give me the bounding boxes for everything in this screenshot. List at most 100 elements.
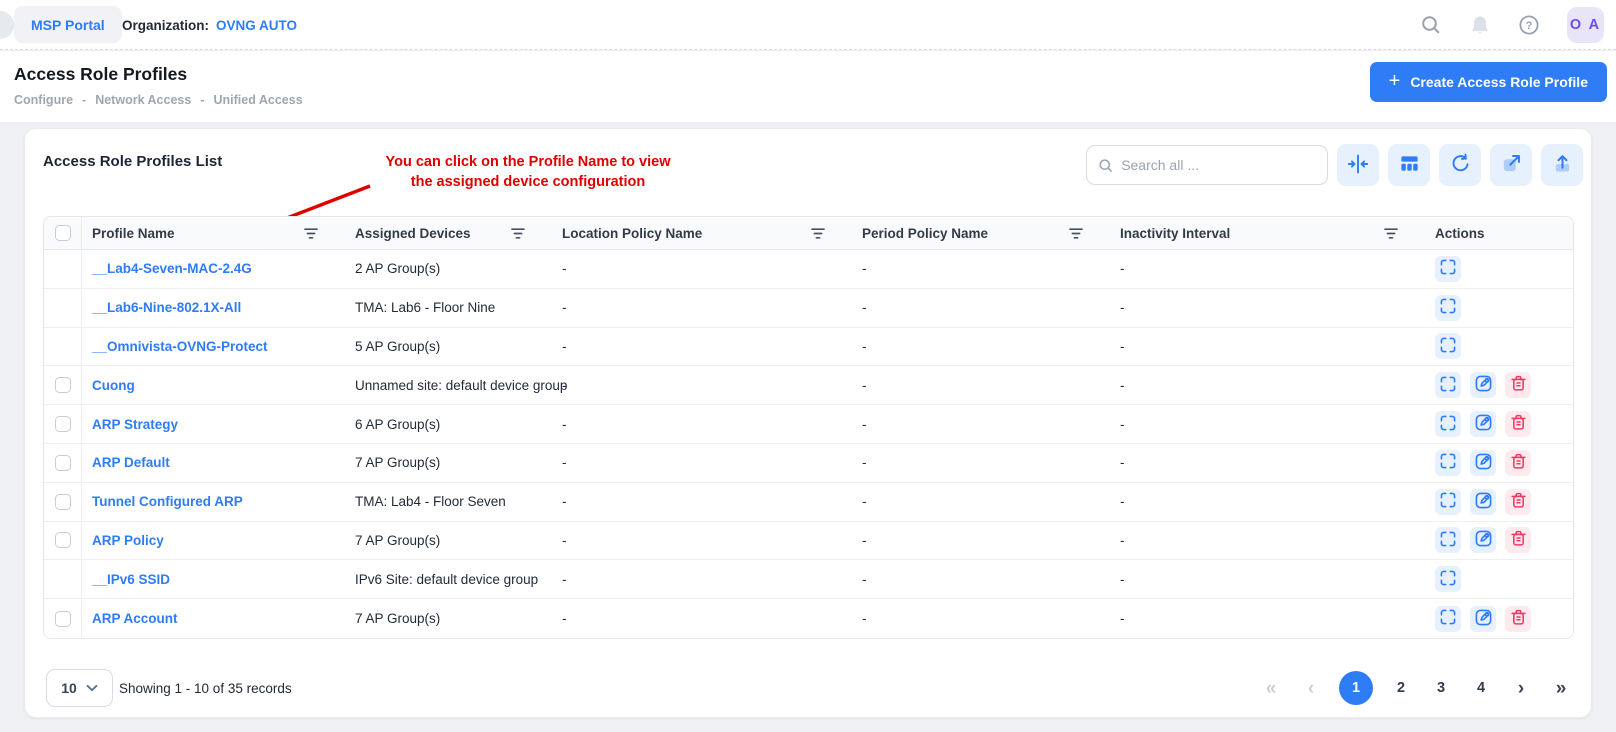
breadcrumb-item-network-access[interactable]: Network Access xyxy=(95,93,191,107)
expand-row-button[interactable] xyxy=(1435,372,1461,398)
location-policy-cell: - xyxy=(552,378,852,393)
export-button[interactable] xyxy=(1541,144,1583,186)
expand-icon xyxy=(1439,375,1457,396)
expand-row-button[interactable] xyxy=(1435,411,1461,437)
user-avatar[interactable]: O A xyxy=(1567,7,1604,43)
expand-row-button[interactable] xyxy=(1435,606,1461,632)
expand-icon xyxy=(1439,530,1457,551)
filter-icon[interactable] xyxy=(811,227,825,240)
manage-columns-button[interactable] xyxy=(1388,144,1430,186)
organization-link[interactable]: OVNG AUTO xyxy=(216,18,297,33)
open-in-new-button[interactable] xyxy=(1490,144,1532,186)
delete-row-button[interactable] xyxy=(1505,372,1531,398)
filter-icon[interactable] xyxy=(304,227,318,240)
expand-row-button[interactable] xyxy=(1435,333,1461,359)
edit-row-button[interactable] xyxy=(1470,527,1496,553)
row-checkbox[interactable] xyxy=(55,494,71,510)
expand-row-button[interactable] xyxy=(1435,256,1461,282)
profile-name-link[interactable]: __Lab6-Nine-802.1X-All xyxy=(92,300,241,315)
profile-name-link[interactable]: __Omnivista-OVNG-Protect xyxy=(92,339,268,354)
assigned-devices-cell: 6 AP Group(s) xyxy=(345,417,552,432)
delete-row-button[interactable] xyxy=(1505,489,1531,515)
profile-name-link[interactable]: __Lab4-Seven-MAC-2.4G xyxy=(92,261,252,276)
row-checkbox[interactable] xyxy=(55,611,71,627)
table-header-row: Profile NameAssigned DevicesLocation Pol… xyxy=(44,217,1573,250)
delete-icon xyxy=(1509,413,1528,435)
notifications-bell-icon[interactable] xyxy=(1469,14,1491,36)
search-icon[interactable] xyxy=(1420,14,1442,36)
expand-icon xyxy=(1439,336,1457,357)
delete-row-button[interactable] xyxy=(1505,450,1531,476)
profile-name-cell: __Lab6-Nine-802.1X-All xyxy=(82,300,345,315)
filter-icon[interactable] xyxy=(1384,227,1398,240)
row-checkbox[interactable] xyxy=(55,377,71,393)
profile-name-cell: __Omnivista-OVNG-Protect xyxy=(82,339,345,354)
expand-row-button[interactable] xyxy=(1435,489,1461,515)
page-3-button[interactable]: 3 xyxy=(1429,676,1453,700)
search-input[interactable] xyxy=(1121,157,1316,173)
column-header-profile-name: Profile Name xyxy=(82,226,345,241)
delete-row-button[interactable] xyxy=(1505,411,1531,437)
help-icon[interactable]: ? xyxy=(1518,14,1540,36)
location-policy-cell: - xyxy=(552,455,852,470)
page-1-button[interactable]: 1 xyxy=(1339,671,1373,705)
page-4-button[interactable]: 4 xyxy=(1469,676,1493,700)
column-label: Inactivity Interval xyxy=(1120,226,1230,241)
collapse-columns-icon xyxy=(1347,153,1369,178)
page-2-button[interactable]: 2 xyxy=(1389,676,1413,700)
expand-row-button[interactable] xyxy=(1435,566,1461,592)
breadcrumb-item-configure[interactable]: Configure xyxy=(14,93,73,107)
edit-row-button[interactable] xyxy=(1470,450,1496,476)
expand-row-button[interactable] xyxy=(1435,527,1461,553)
create-access-role-profile-button[interactable]: + Create Access Role Profile xyxy=(1370,62,1607,102)
row-checkbox[interactable] xyxy=(55,455,71,471)
panel-title: Access Role Profiles List xyxy=(43,153,222,170)
first-page-button[interactable]: « xyxy=(1259,679,1283,698)
filter-icon[interactable] xyxy=(1069,227,1083,240)
last-page-button[interactable]: » xyxy=(1549,679,1573,698)
location-policy-cell: - xyxy=(552,261,852,276)
plus-icon: + xyxy=(1389,71,1401,91)
expand-icon xyxy=(1439,608,1457,629)
row-checkbox[interactable] xyxy=(55,416,71,432)
assigned-devices-cell: IPv6 Site: default device group xyxy=(345,572,552,587)
delete-row-button[interactable] xyxy=(1505,606,1531,632)
profile-name-link[interactable]: ARP Default xyxy=(92,455,170,470)
profile-name-link[interactable]: Tunnel Configured ARP xyxy=(92,494,243,509)
profile-name-link[interactable]: ARP Account xyxy=(92,611,178,626)
next-page-button[interactable]: › xyxy=(1509,679,1533,698)
delete-icon xyxy=(1509,529,1528,551)
records-summary: Showing 1 - 10 of 35 records xyxy=(119,669,292,707)
edit-row-button[interactable] xyxy=(1470,411,1496,437)
table-toolbar xyxy=(1337,144,1583,186)
profile-name-link[interactable]: Cuong xyxy=(92,378,135,393)
select-all-cell xyxy=(44,217,82,249)
column-header-period-policy-name: Period Policy Name xyxy=(852,226,1110,241)
filter-icon[interactable] xyxy=(511,227,525,240)
previous-page-button[interactable]: ‹ xyxy=(1299,679,1323,698)
inactivity-interval-cell: - xyxy=(1110,611,1425,626)
page-size-value: 10 xyxy=(61,680,77,696)
collapse-columns-button[interactable] xyxy=(1337,144,1379,186)
expand-row-button[interactable] xyxy=(1435,295,1461,321)
expand-icon xyxy=(1439,491,1457,512)
expand-icon xyxy=(1439,297,1457,318)
edit-row-button[interactable] xyxy=(1470,372,1496,398)
select-all-checkbox[interactable] xyxy=(55,225,71,241)
profile-name-link[interactable]: __IPv6 SSID xyxy=(92,572,170,587)
expand-row-button[interactable] xyxy=(1435,450,1461,476)
refresh-button[interactable] xyxy=(1439,144,1481,186)
breadcrumb-item-unified-access[interactable]: Unified Access xyxy=(214,93,303,107)
profile-name-cell: ARP Account xyxy=(82,611,345,626)
edit-row-button[interactable] xyxy=(1470,606,1496,632)
row-checkbox[interactable] xyxy=(55,532,71,548)
annotation-note: You can click on the Profile Name to vie… xyxy=(348,152,708,192)
delete-row-button[interactable] xyxy=(1505,527,1531,553)
pagination: « ‹ 1234 › » xyxy=(1259,669,1573,707)
edit-row-button[interactable] xyxy=(1470,489,1496,515)
profile-name-link[interactable]: ARP Strategy xyxy=(92,417,178,432)
page-size-select[interactable]: 10 xyxy=(46,669,113,707)
profile-name-link[interactable]: ARP Policy xyxy=(92,533,164,548)
msp-portal-button[interactable]: MSP Portal xyxy=(14,6,122,43)
profile-name-cell: Cuong xyxy=(82,378,345,393)
